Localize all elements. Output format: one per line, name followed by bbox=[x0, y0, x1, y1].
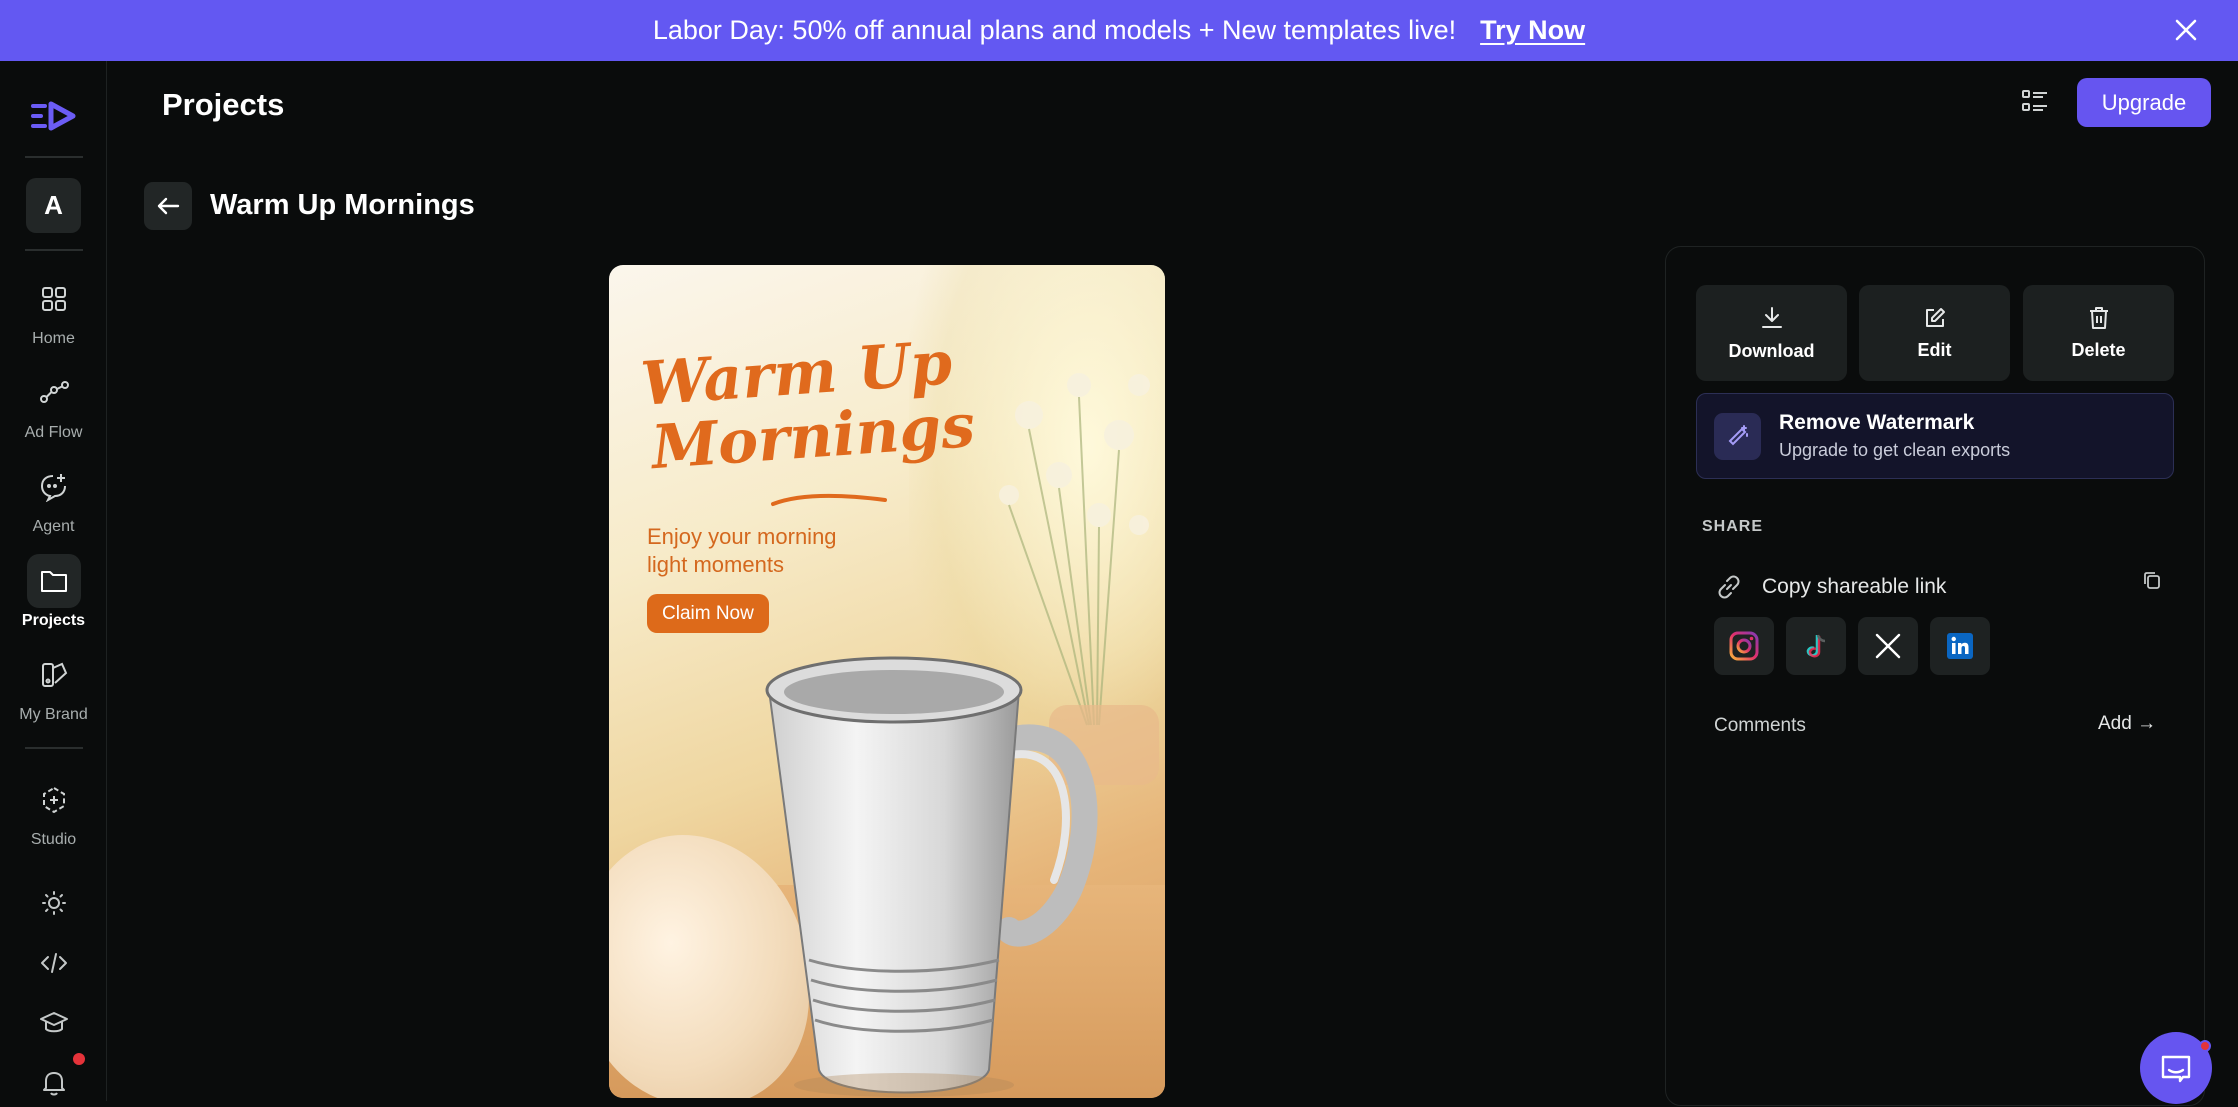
remove-watermark-subtitle: Upgrade to get clean exports bbox=[1779, 440, 2011, 460]
sidebar-item-home[interactable]: Home bbox=[0, 272, 107, 348]
edit-button[interactable]: Edit bbox=[1859, 285, 2010, 381]
upgrade-button[interactable]: Upgrade bbox=[2077, 78, 2211, 127]
creative-preview: Warm Up Mornings Enjoy your morning ligh… bbox=[609, 265, 1165, 1098]
sidebar-item-projects[interactable]: Projects bbox=[0, 554, 107, 630]
link-icon bbox=[1718, 575, 1740, 599]
trash-icon bbox=[2089, 306, 2108, 329]
sidebar-item-label: Home bbox=[32, 330, 75, 347]
notification-dot bbox=[73, 1053, 85, 1065]
project-title: Warm Up Mornings bbox=[210, 189, 475, 221]
sidebar-item-my-brand[interactable]: My Brand bbox=[0, 648, 107, 724]
sidebar-item-label: Agent bbox=[32, 518, 75, 535]
list-view-toggle[interactable] bbox=[2014, 80, 2056, 122]
x-icon bbox=[1875, 633, 1901, 659]
project-actions-panel: Download Edit Delete Remove Watermark Up… bbox=[1665, 246, 2205, 1106]
close-icon bbox=[2175, 19, 2197, 41]
graduation-cap-icon[interactable] bbox=[30, 999, 78, 1047]
creative-headline: Warm Up Mornings bbox=[639, 328, 977, 483]
sidebar-item-ad-flow[interactable]: Ad Flow bbox=[0, 366, 107, 442]
avatar-letter: A bbox=[44, 190, 63, 220]
promo-banner: Labor Day: 50% off annual plans and mode… bbox=[0, 0, 2238, 61]
chat-icon bbox=[2161, 1055, 2191, 1083]
grid-icon bbox=[27, 272, 81, 326]
share-x-button[interactable] bbox=[1858, 617, 1918, 675]
download-icon bbox=[1761, 306, 1782, 328]
brand-icon bbox=[27, 648, 81, 702]
sidebar-item-label: My Brand bbox=[19, 706, 88, 723]
sidebar-divider bbox=[25, 156, 83, 158]
folder-icon bbox=[26, 554, 81, 608]
sidebar-item-studio[interactable]: Studio bbox=[0, 773, 107, 849]
sidebar: A Home Ad Flow Agent Projects My Brand S… bbox=[0, 61, 107, 1101]
copy-shareable-link-label: Copy shareable link bbox=[1762, 575, 1947, 598]
sidebar-item-label: Ad Flow bbox=[24, 424, 83, 441]
avatar[interactable]: A bbox=[26, 178, 81, 233]
download-button[interactable]: Download bbox=[1696, 285, 1847, 381]
delete-button[interactable]: Delete bbox=[2023, 285, 2174, 381]
arrow-left-icon bbox=[157, 197, 180, 215]
flow-icon bbox=[27, 366, 81, 420]
edit-icon bbox=[1925, 307, 1945, 327]
sidebar-divider bbox=[25, 249, 83, 251]
chat-notification-dot bbox=[2199, 1040, 2211, 1052]
bell-icon[interactable] bbox=[30, 1059, 78, 1107]
share-heading: SHARE bbox=[1702, 518, 1764, 535]
try-now-link[interactable]: Try Now bbox=[1480, 15, 1585, 46]
edit-label: Edit bbox=[1917, 339, 1952, 360]
creative-subline-2: light moments bbox=[647, 552, 784, 577]
add-comment-link[interactable]: Add → bbox=[2098, 713, 2156, 735]
linkedin-icon bbox=[1947, 633, 1973, 659]
promo-banner-text: Labor Day: 50% off annual plans and mode… bbox=[652, 15, 1457, 45]
creative-subline: Enjoy your morning light moments bbox=[647, 523, 837, 579]
share-tiktok-button[interactable] bbox=[1786, 617, 1846, 675]
remove-watermark-title: Remove Watermark bbox=[1779, 411, 1975, 434]
share-instagram-button[interactable] bbox=[1714, 617, 1774, 675]
claim-now-button: Claim Now bbox=[647, 594, 769, 633]
sidebar-divider bbox=[25, 747, 83, 749]
list-icon bbox=[2022, 90, 2047, 111]
remove-watermark-button[interactable]: Remove Watermark Upgrade to get clean ex… bbox=[1696, 393, 2174, 479]
code-icon[interactable] bbox=[30, 939, 78, 987]
page-title: Projects bbox=[162, 87, 285, 122]
copy-shareable-link[interactable]: Copy shareable link bbox=[1716, 565, 2156, 609]
sidebar-item-label: Projects bbox=[21, 612, 86, 629]
tiktok-icon bbox=[1806, 634, 1826, 658]
creative-subline-1: Enjoy your morning bbox=[647, 524, 837, 549]
instagram-icon bbox=[1729, 631, 1759, 661]
studio-icon bbox=[27, 773, 81, 827]
app-logo-icon[interactable] bbox=[31, 96, 77, 136]
sidebar-item-agent[interactable]: Agent bbox=[0, 460, 107, 536]
sun-icon[interactable] bbox=[30, 879, 78, 927]
share-linkedin-button[interactable] bbox=[1930, 617, 1990, 675]
sidebar-item-label: Studio bbox=[30, 831, 77, 848]
back-button[interactable] bbox=[144, 182, 192, 230]
agent-icon bbox=[27, 460, 81, 514]
swash-underline bbox=[771, 493, 887, 506]
download-label: Download bbox=[1728, 340, 1815, 361]
copy-icon[interactable] bbox=[2137, 565, 2167, 595]
comments-label: Comments bbox=[1714, 715, 1806, 736]
close-banner-button[interactable] bbox=[2164, 8, 2208, 52]
delete-label: Delete bbox=[2071, 339, 2126, 360]
mug-illustration bbox=[765, 656, 1098, 1097]
magic-wand-icon bbox=[1714, 412, 1761, 460]
